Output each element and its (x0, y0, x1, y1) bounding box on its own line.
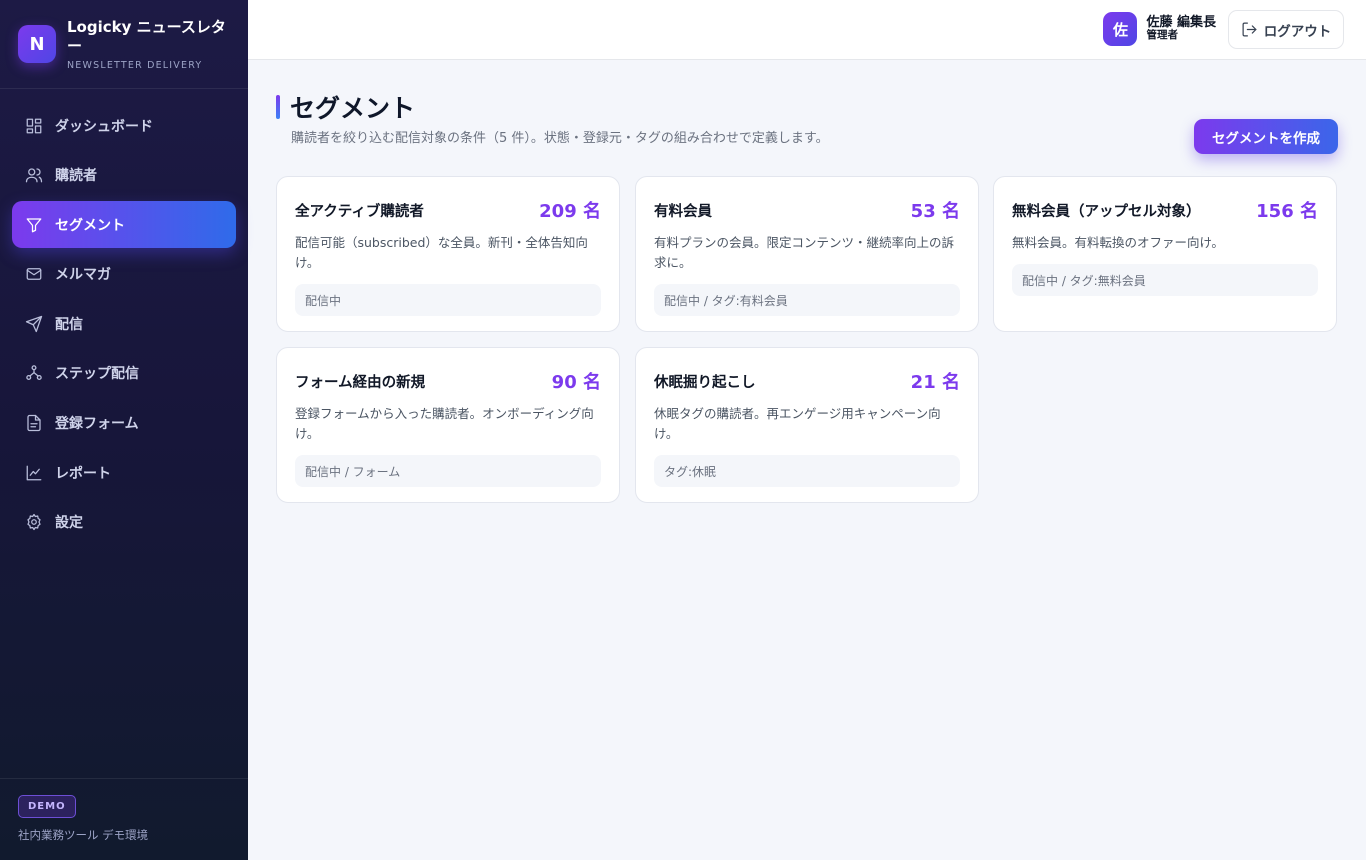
segment-card[interactable]: 全アクティブ購読者 209 名 配信可能（subscribed）な全員。新刊・全… (276, 176, 620, 332)
segment-condition: 配信中 / フォーム (295, 455, 601, 487)
segment-card[interactable]: 無料会員（アップセル対象） 156 名 無料会員。有料転換のオファー向け。 配信… (993, 176, 1337, 332)
sidebar-item-label: セグメント (55, 217, 125, 234)
segment-condition: 配信中 / タグ:無料会員 (1012, 264, 1318, 296)
segment-name: 有料会員 (654, 203, 712, 220)
segment-count: 53 名 (910, 201, 960, 222)
sidebar-item-label: 設定 (55, 515, 83, 532)
sidebar-item-reports[interactable]: レポート (12, 449, 236, 496)
sidebar-item-label: ステップ配信 (55, 366, 139, 383)
sidebar-item-newsletters[interactable]: メルマガ (12, 251, 236, 298)
workflow-icon (26, 365, 42, 381)
filter-icon (26, 218, 42, 233)
segment-name: 無料会員（アップセル対象） (1012, 203, 1201, 220)
sidebar-item-subscribers[interactable]: 購読者 (12, 152, 236, 199)
sidebar-item-dashboard[interactable]: ダッシュボード (12, 102, 236, 149)
form-icon (27, 414, 41, 432)
brand-logo: N (18, 25, 56, 63)
logout-label: ログアウト (1263, 23, 1332, 40)
sidebar-item-label: レポート (55, 465, 111, 482)
segment-card[interactable]: 休眠掘り起こし 21 名 休眠タグの購読者。再エンゲージ用キャンペーン向け。 タ… (635, 347, 979, 503)
sidebar-footer: DEMO 社内業務ツール デモ環境 (0, 778, 248, 860)
segment-description: 無料会員。有料転換のオファー向け。 (1012, 235, 1224, 250)
segment-description: 休眠タグの購読者。再エンゲージ用キャンペーン向け。 (654, 406, 941, 441)
page-description: 購読者を絞り込む配信対象の条件（5 件）。状態・登録元・タグの組み合わせで定義し… (291, 131, 829, 146)
sidebar-item-settings[interactable]: 設定 (12, 499, 236, 546)
sidebar-item-label: 登録フォーム (55, 416, 139, 433)
environment-note: 社内業務ツール デモ環境 (18, 828, 149, 842)
sidebar: N Logicky ニュースレター NEWSLETTER DELIVERY ダッ… (0, 0, 248, 860)
segment-count: 156 名 (1256, 201, 1318, 222)
page-title: セグメント (290, 94, 416, 123)
sidebar-nav: ダッシュボード 購読者 セグメント メルマガ 配信 ステップ配信 登録フォーム (0, 89, 248, 546)
top-header: 佐 佐藤 編集長 管理者 ログアウト (248, 0, 1366, 60)
brand-subtitle: NEWSLETTER DELIVERY (67, 59, 203, 71)
segment-count: 21 名 (910, 372, 960, 393)
sidebar-item-segments[interactable]: セグメント (12, 201, 236, 249)
demo-badge: DEMO (18, 795, 76, 818)
logout-button[interactable]: ログアウト (1228, 10, 1344, 49)
segment-count: 209 名 (539, 201, 601, 222)
user-name: 佐藤 編集長 (1146, 15, 1216, 30)
logout-icon (1242, 22, 1257, 37)
users-icon (25, 168, 43, 183)
mail-icon (26, 268, 42, 281)
create-segment-button[interactable]: セグメントを作成 (1194, 119, 1338, 154)
dashboard-icon (26, 118, 42, 133)
sidebar-item-delivery[interactable]: 配信 (12, 300, 236, 347)
segment-condition: 配信中 (295, 284, 601, 316)
segment-description: 配信可能（subscribed）な全員。新刊・全体告知向け。 (295, 235, 588, 270)
segment-name: フォーム経由の新規 (295, 374, 426, 391)
segment-name: 全アクティブ購読者 (295, 203, 424, 220)
avatar: 佐 (1103, 12, 1138, 46)
report-icon (26, 465, 42, 481)
user-role: 管理者 (1146, 29, 1178, 41)
send-icon (25, 315, 43, 333)
sidebar-item-label: 購読者 (55, 168, 97, 185)
sidebar-item-forms[interactable]: 登録フォーム (12, 400, 236, 447)
segment-count: 90 名 (551, 372, 601, 393)
user-menu[interactable]: 佐 佐藤 編集長 管理者 (1103, 12, 1216, 46)
segment-condition: タグ:休眠 (654, 455, 960, 487)
segment-description: 登録フォームから入った購読者。オンボーディング向け。 (295, 406, 594, 441)
sidebar-item-label: 配信 (55, 316, 83, 333)
sidebar-item-step-delivery[interactable]: ステップ配信 (12, 350, 236, 397)
sidebar-item-label: ダッシュボード (55, 118, 153, 135)
brand-title: Logicky ニュースレター (67, 17, 226, 55)
title-accent-bar (276, 95, 280, 119)
segment-card[interactable]: 有料会員 53 名 有料プランの会員。限定コンテンツ・継続率向上の訴求に。 配信… (635, 176, 979, 332)
gear-icon (27, 514, 41, 531)
brand[interactable]: N Logicky ニュースレター NEWSLETTER DELIVERY (0, 0, 248, 89)
segment-card[interactable]: フォーム経由の新規 90 名 登録フォームから入った購読者。オンボーディング向け… (276, 347, 620, 503)
segment-condition: 配信中 / タグ:有料会員 (654, 284, 960, 316)
segment-name: 休眠掘り起こし (654, 374, 756, 391)
sidebar-item-label: メルマガ (55, 267, 111, 284)
segment-description: 有料プランの会員。限定コンテンツ・継続率向上の訴求に。 (654, 235, 955, 270)
